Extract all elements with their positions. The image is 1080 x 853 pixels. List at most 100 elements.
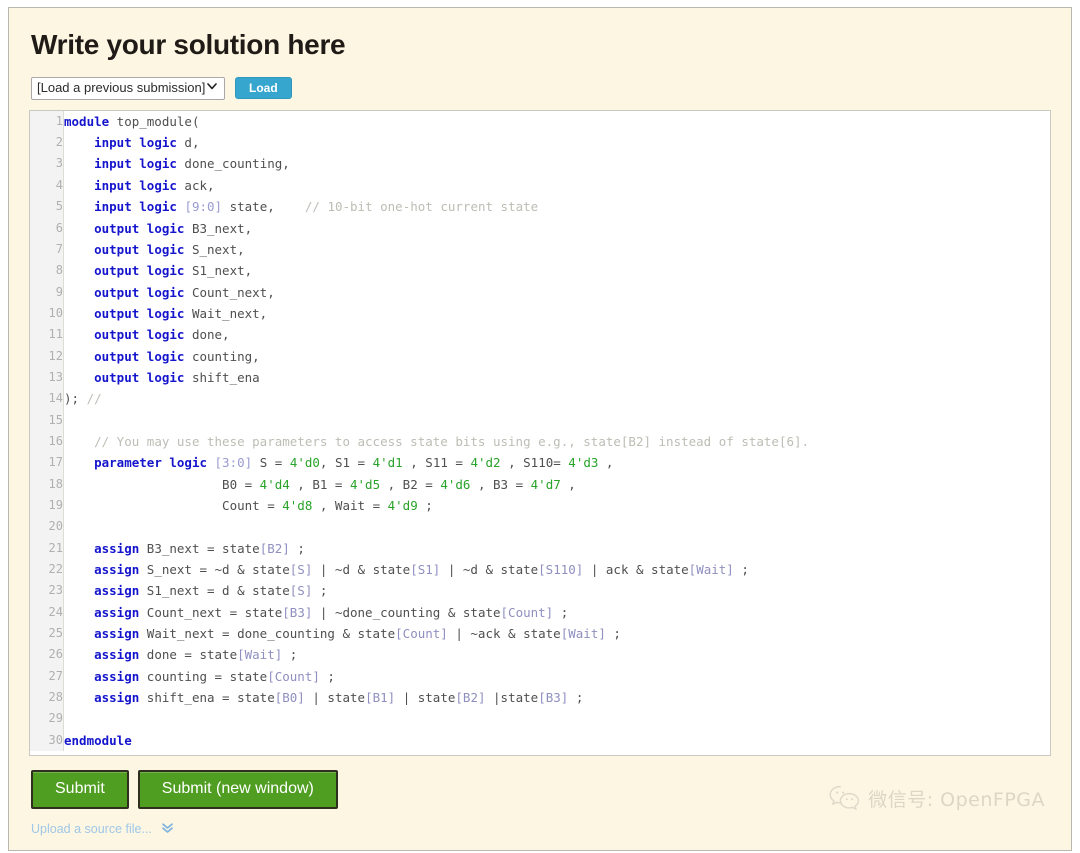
code-line-content: module top_module( [64, 111, 1051, 132]
code-token-id [64, 583, 94, 598]
code-token-brk: [S110] [538, 562, 583, 577]
line-number: 1 [30, 111, 64, 132]
code-token-id: |state [486, 690, 539, 705]
code-token-kw: assign [94, 562, 139, 577]
code-token-id: S = [252, 455, 290, 470]
code-token-id: | ~d & state [440, 562, 538, 577]
code-line-content: input logic [9:0] state, // 10-bit one-h… [64, 196, 1051, 217]
code-token-id: counting, [184, 349, 259, 364]
line-number: 12 [30, 346, 64, 367]
code-token-kw: input logic [94, 178, 177, 193]
code-token-id [64, 285, 94, 300]
code-line: 11 output logic done, [30, 324, 1050, 345]
code-line: 12 output logic counting, [30, 346, 1050, 367]
code-lines-body: 1module top_module(2 input logic d,3 inp… [30, 111, 1050, 751]
code-token-kw: assign [94, 626, 139, 641]
code-token-lit: 4'd4 [260, 477, 290, 492]
code-token-kw: output logic [94, 221, 184, 236]
code-line: 27 assign counting = state[Count] ; [30, 666, 1050, 687]
line-number: 2 [30, 132, 64, 153]
previous-submission-select-wrap: [Load a previous submission] [31, 77, 225, 100]
load-button[interactable]: Load [235, 77, 292, 99]
code-token-brk: [Count] [267, 669, 320, 684]
code-line: 21 assign B3_next = state[B2] ; [30, 538, 1050, 559]
line-number: 16 [30, 431, 64, 452]
code-token-id: | ~d & state [312, 562, 410, 577]
code-token-id [64, 178, 94, 193]
code-line-content: assign B3_next = state[B2] ; [64, 538, 1051, 559]
code-token-kw: output logic [94, 285, 184, 300]
code-token-id [64, 626, 94, 641]
code-line-content: Count = 4'd8 , Wait = 4'd9 ; [64, 495, 1051, 516]
code-token-id: ; [734, 562, 749, 577]
previous-submission-select[interactable]: [Load a previous submission] [31, 77, 225, 100]
line-number: 5 [30, 196, 64, 217]
upload-source-file-link[interactable]: Upload a source file... [31, 822, 152, 836]
code-token-brk: [Count] [395, 626, 448, 641]
line-number: 26 [30, 644, 64, 665]
code-token-lit: 4'd8 [282, 498, 312, 513]
code-token-id [64, 434, 94, 449]
line-number: 19 [30, 495, 64, 516]
watermark-text: 微信号: OpenFPGA [868, 785, 1045, 812]
code-token-kw: input logic [94, 135, 177, 150]
code-token-id: ; [312, 583, 327, 598]
code-token-id: , S110= [501, 455, 569, 470]
code-token-id: B3_next = state [139, 541, 259, 556]
code-token-cmt: // You may use these parameters to acces… [94, 434, 809, 449]
code-token-id [64, 306, 94, 321]
code-line-content: assign done = state[Wait] ; [64, 644, 1051, 665]
code-line: 26 assign done = state[Wait] ; [30, 644, 1050, 665]
code-token-id: ; [282, 647, 297, 662]
line-number: 14 [30, 388, 64, 409]
code-token-id: | ack & state [583, 562, 688, 577]
code-token-cmt: // [87, 391, 102, 406]
code-token-id: state, [222, 199, 305, 214]
code-token-id: done = state [139, 647, 237, 662]
submit-button[interactable]: Submit [31, 770, 129, 809]
code-token-brk: [B2] [260, 541, 290, 556]
code-token-id [64, 541, 94, 556]
code-token-id: counting = state [139, 669, 267, 684]
code-line-content: endmodule [64, 730, 1051, 751]
code-token-brk: [Wait] [237, 647, 282, 662]
code-line: 29 [30, 708, 1050, 729]
code-token-id [64, 562, 94, 577]
code-line-content: B0 = 4'd4 , B1 = 4'd5 , B2 = 4'd6 , B3 =… [64, 474, 1051, 495]
code-token-kw: assign [94, 541, 139, 556]
code-line: 28 assign shift_ena = state[B0] | state[… [30, 687, 1050, 708]
code-token-kw: output logic [94, 263, 184, 278]
code-line: 2 input logic d, [30, 132, 1050, 153]
code-token-id [64, 242, 94, 257]
submit-new-window-button[interactable]: Submit (new window) [138, 770, 338, 809]
code-line: 8 output logic S1_next, [30, 260, 1050, 281]
code-token-id: ; [290, 541, 305, 556]
code-line-content: input logic done_counting, [64, 153, 1051, 174]
line-number: 17 [30, 452, 64, 473]
code-token-brk: [Wait] [689, 562, 734, 577]
line-number: 3 [30, 153, 64, 174]
code-editor[interactable]: 1module top_module(2 input logic d,3 inp… [29, 110, 1051, 756]
line-number: 23 [30, 580, 64, 601]
code-token-id [64, 327, 94, 342]
code-line: 24 assign Count_next = state[B3] | ~done… [30, 602, 1050, 623]
double-chevron-down-icon[interactable] [161, 822, 174, 836]
code-line: 1module top_module( [30, 111, 1050, 132]
line-number: 24 [30, 602, 64, 623]
code-line: 14); // [30, 388, 1050, 409]
code-line-content [64, 410, 1051, 431]
code-line-content: output logic counting, [64, 346, 1051, 367]
code-token-id: Count_next = state [139, 605, 282, 620]
code-line: 19 Count = 4'd8 , Wait = 4'd9 ; [30, 495, 1050, 516]
code-token-lit: 4'd3 [568, 455, 598, 470]
line-number: 4 [30, 175, 64, 196]
code-token-id: B0 = [64, 477, 260, 492]
code-line: 18 B0 = 4'd4 , B1 = 4'd5 , B2 = 4'd6 , B… [30, 474, 1050, 495]
code-line: 25 assign Wait_next = done_counting & st… [30, 623, 1050, 644]
code-token-id: Count_next, [184, 285, 274, 300]
line-number: 29 [30, 708, 64, 729]
code-line: 23 assign S1_next = d & state[S] ; [30, 580, 1050, 601]
code-token-id: done_counting, [177, 156, 290, 171]
code-token-brk: [Count] [501, 605, 554, 620]
code-token-id: done, [184, 327, 229, 342]
